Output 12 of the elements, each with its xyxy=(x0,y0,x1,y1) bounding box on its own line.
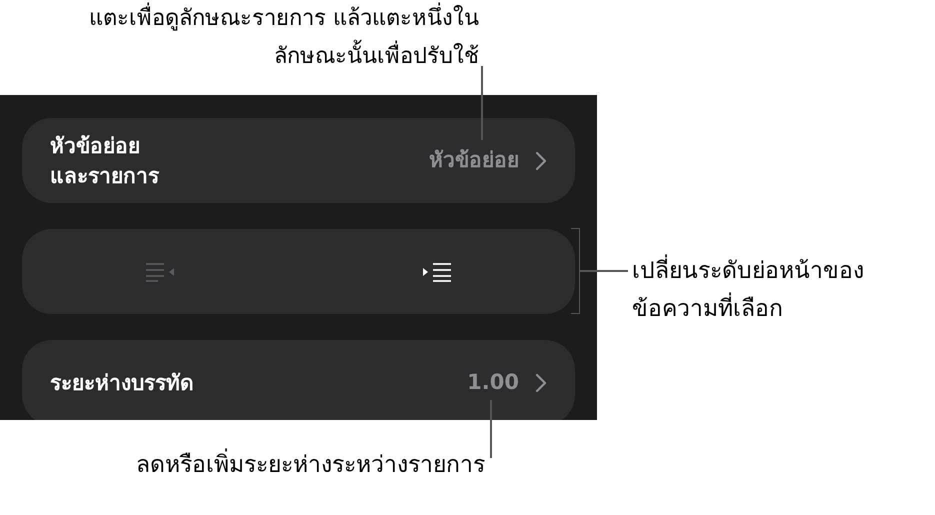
callout-text: ลดหรือเพิ่มระยะห่างระหว่างรายการ xyxy=(136,446,485,484)
leader-line xyxy=(490,400,492,458)
callout-text: แตะเพื่อดูลักษณะรายการ แล้วแตะหนึ่งใน ลักษณะนั้นเพื่อปรับใช้ xyxy=(89,0,479,76)
chevron-icon xyxy=(535,150,547,170)
row-value: หัวข้อย่อย xyxy=(429,146,519,174)
row-label: หัวข้อย่อย และรายการ xyxy=(50,132,159,190)
row-value: 1.00 xyxy=(467,368,519,396)
chevron-icon xyxy=(535,372,547,392)
callout-text: เปลี่ยนระดับย่อหน้าของ ข้อความที่เลือก xyxy=(632,252,864,328)
settings-row[interactable]: หัวข้อย่อย และรายการ หัวข้อย่อย xyxy=(22,118,575,203)
settings-row[interactable]: ระยะห่างบรรทัด 1.00 xyxy=(22,340,575,420)
row-label: ระยะห่างบรรทัด xyxy=(50,370,194,396)
